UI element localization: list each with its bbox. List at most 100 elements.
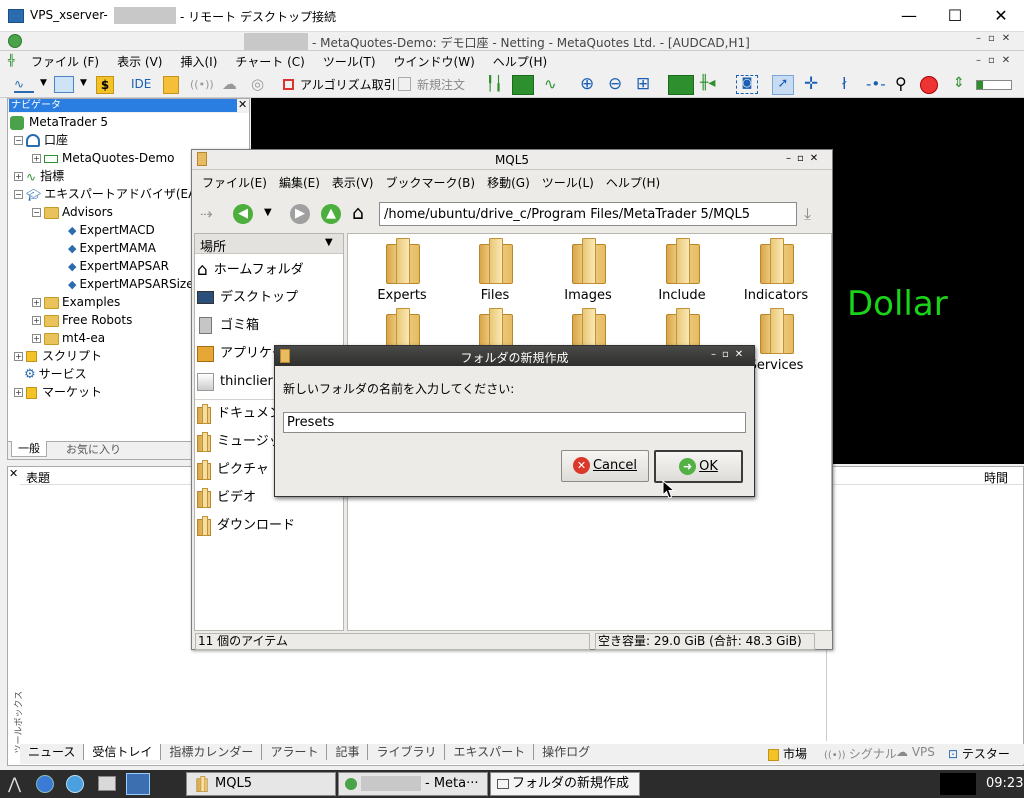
zoom-in-icon[interactable]: ⊕ bbox=[580, 74, 594, 94]
cloud-icon[interactable]: ☁ bbox=[222, 75, 237, 93]
place-desktop[interactable]: デスクトップ bbox=[197, 286, 298, 310]
algo-trading-button[interactable]: アルゴリズム取引 bbox=[283, 76, 396, 93]
crosshair-icon[interactable]: ✛ bbox=[804, 74, 818, 94]
folder-item[interactable]: Experts bbox=[362, 238, 442, 303]
folder-item[interactable]: Files bbox=[455, 238, 535, 303]
dialog-win-controls[interactable]: –▫✕ bbox=[711, 349, 749, 360]
fm-side-arrow-icon[interactable]: ⇢ bbox=[200, 205, 213, 223]
tree-expert[interactable]: ◆ ExpertMAPSAR bbox=[68, 257, 169, 275]
status-tester[interactable]: ⊡ テスター bbox=[948, 745, 1010, 762]
tree-expert[interactable]: ◆ ExpertMAMA bbox=[68, 239, 156, 257]
taskbar-item-mql5[interactable]: MQL5 bbox=[186, 772, 336, 796]
place-home[interactable]: ⌂ ホームフォルダ bbox=[197, 258, 304, 282]
expand-icon[interactable]: + bbox=[14, 352, 23, 361]
ok-button[interactable]: ➜ OK bbox=[654, 450, 743, 483]
col-subject[interactable]: 表題 bbox=[26, 469, 50, 486]
tree-expert[interactable]: ◆ ExpertMACD bbox=[68, 221, 155, 239]
dropdown-arrow-icon[interactable]: ▼ bbox=[40, 78, 47, 88]
folder-item[interactable]: Images bbox=[548, 238, 628, 303]
rdp-close-button[interactable]: ✕ bbox=[978, 0, 1024, 32]
tree-root[interactable]: MetaTrader 5 bbox=[10, 113, 108, 131]
expand-icon[interactable]: + bbox=[32, 316, 41, 325]
fm-menu-view[interactable]: 表示(V) bbox=[326, 172, 380, 194]
menu-help[interactable]: ヘルプ(H) bbox=[484, 53, 556, 71]
chart-type-icon[interactable]: ∿ bbox=[14, 77, 34, 93]
tab-articles[interactable]: 記事 bbox=[327, 744, 369, 760]
menu-chart[interactable]: チャート (C) bbox=[226, 53, 313, 71]
tile-windows-icon[interactable]: ⊞ bbox=[636, 74, 650, 94]
dropdown-arrow-icon-2[interactable]: ▼ bbox=[80, 78, 87, 88]
tab-calendar[interactable]: 指標カレンダー bbox=[161, 744, 263, 760]
start-menu-icon[interactable]: ⋀ bbox=[8, 774, 21, 793]
market-bag-icon[interactable] bbox=[163, 76, 179, 94]
tree-services[interactable]: ⚙ サービス bbox=[24, 365, 87, 383]
zoom-out-icon[interactable]: ⊖ bbox=[608, 74, 622, 94]
screenshot-icon[interactable]: ◙ bbox=[736, 75, 758, 94]
expand-icon[interactable]: + bbox=[32, 334, 41, 343]
menu-window[interactable]: ウインドウ(W) bbox=[385, 53, 484, 71]
account-icon[interactable] bbox=[920, 76, 938, 94]
mt5-win-controls[interactable]: –▫✕ bbox=[976, 33, 1017, 44]
go-icon[interactable]: ⤓ bbox=[804, 204, 811, 224]
status-market[interactable]: 市場 bbox=[768, 745, 807, 762]
ide-button[interactable]: IDE bbox=[131, 77, 151, 91]
tree-account-item[interactable]: + MetaQuotes-Demo bbox=[32, 149, 175, 167]
col-time[interactable]: 時間 bbox=[984, 469, 1008, 486]
signal-icon[interactable]: ((•)) bbox=[190, 78, 214, 91]
globe-icon[interactable] bbox=[66, 775, 84, 793]
tree-advisors[interactable]: − Advisors bbox=[32, 203, 113, 221]
tree-scripts[interactable]: + スクリプト bbox=[14, 347, 102, 365]
terminal-icon[interactable] bbox=[126, 773, 150, 795]
tab-alerts[interactable]: アラート bbox=[262, 744, 328, 760]
forward-icon[interactable]: ▶ bbox=[290, 204, 310, 224]
search-icon[interactable]: ⚲ bbox=[895, 74, 907, 93]
collapse-icon[interactable]: − bbox=[32, 208, 41, 217]
dollar-icon[interactable]: $ bbox=[96, 76, 114, 94]
new-order-button[interactable]: 新規注文 bbox=[398, 76, 465, 93]
tab-inbox[interactable]: 受信トレイ bbox=[84, 744, 162, 760]
places-dropdown-icon[interactable]: ▼ bbox=[325, 237, 333, 248]
tree-examples[interactable]: + Examples bbox=[32, 293, 120, 311]
back-dropdown-icon[interactable]: ▼ bbox=[264, 207, 272, 218]
rdp-maximize-button[interactable]: ☐ bbox=[932, 0, 978, 32]
fm-win-controls[interactable]: –▫✕ bbox=[786, 153, 824, 164]
fm-menu-help[interactable]: ヘルプ(H) bbox=[600, 172, 666, 194]
taskbar-item-dialog[interactable]: フォルダの新規作成 bbox=[490, 772, 640, 796]
status-signals[interactable]: ((•)) シグナル bbox=[824, 745, 897, 762]
menu-file[interactable]: ファイル (F) bbox=[22, 53, 108, 71]
place-downloads[interactable]: ダウンロード bbox=[197, 514, 295, 538]
tree-indicators[interactable]: + ∿ 指標 bbox=[14, 167, 64, 185]
fm-menu-tools[interactable]: ツール(L) bbox=[536, 172, 600, 194]
tab-journal[interactable]: 操作ログ bbox=[534, 744, 598, 760]
menu-win-controls[interactable]: –▫✕ bbox=[976, 55, 1017, 66]
taskbar-item-mt5[interactable]: - Meta··· bbox=[338, 772, 488, 796]
fm-path-input[interactable] bbox=[379, 202, 797, 226]
expand-icon[interactable]: + bbox=[14, 388, 23, 397]
tree-ea[interactable]: − 🎓︎ エキスパートアドバイザ(EA) bbox=[14, 185, 201, 203]
tree-free-robots[interactable]: + Free Robots bbox=[32, 311, 132, 329]
fm-menu-bookmarks[interactable]: ブックマーク(B) bbox=[379, 172, 481, 194]
tab-general[interactable]: 一般 bbox=[11, 441, 47, 457]
place-videos[interactable]: ビデオ bbox=[197, 486, 256, 510]
collapse-icon[interactable]: − bbox=[14, 190, 23, 199]
horizontal-line-icon[interactable]: -•- bbox=[866, 75, 886, 93]
tree-account[interactable]: − 口座 bbox=[14, 131, 68, 149]
tree-market[interactable]: + マーケット bbox=[14, 383, 102, 401]
cancel-button[interactable]: ✕ Cancel bbox=[561, 450, 649, 482]
tab-news[interactable]: ニュース bbox=[20, 744, 85, 760]
menu-insert[interactable]: 挿入(I) bbox=[171, 53, 226, 71]
autoscroll-icon[interactable] bbox=[668, 75, 694, 95]
fm-menu-go[interactable]: 移動(G) bbox=[481, 172, 536, 194]
vps-icon[interactable]: ◎ bbox=[251, 75, 264, 93]
back-icon[interactable]: ◀ bbox=[233, 204, 253, 224]
line-chart-icon[interactable]: ∿ bbox=[544, 75, 557, 93]
chart-shift-icon[interactable]: ╫◂ bbox=[700, 75, 715, 91]
tab-experts[interactable]: エキスパート bbox=[445, 744, 535, 760]
up-icon[interactable]: ▲ bbox=[321, 204, 341, 224]
expand-icon[interactable]: + bbox=[32, 298, 41, 307]
places-header[interactable]: 場所 ▼ bbox=[195, 234, 343, 255]
place-pictures[interactable]: ピクチャ bbox=[197, 458, 269, 482]
files-icon[interactable] bbox=[98, 776, 116, 791]
collapse-icon[interactable]: − bbox=[14, 136, 23, 145]
status-vps[interactable]: ☁ VPS bbox=[896, 745, 935, 759]
